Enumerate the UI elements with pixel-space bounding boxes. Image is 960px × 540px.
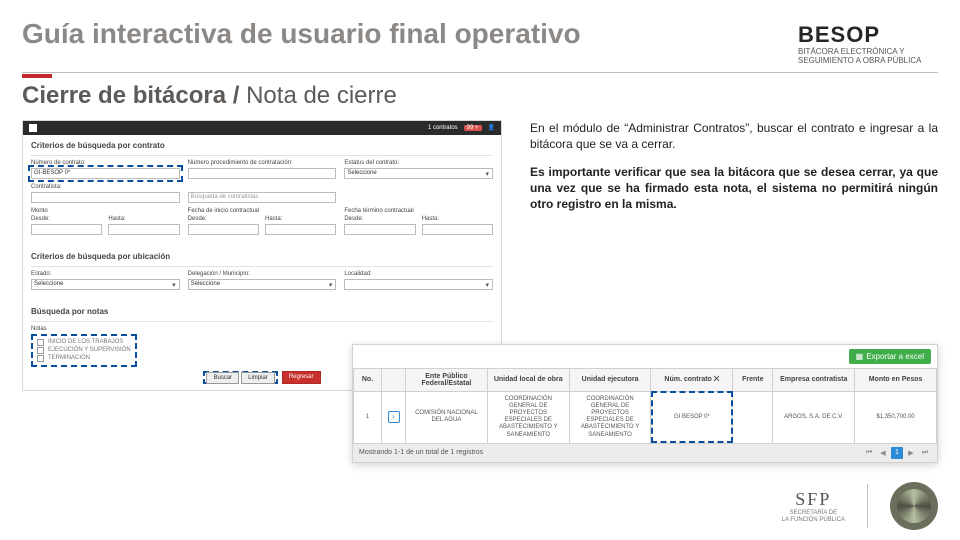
input-num-proc[interactable] — [188, 168, 337, 179]
section1-title: Criterios de búsqueda por contrato — [31, 141, 493, 150]
brand-tagline: BITÁCORA ELECTRÓNICA Y SEGUIMIENTO A OBR… — [798, 48, 938, 66]
section2-title: Criterios de búsqueda por ubicación — [31, 252, 493, 261]
input-contratista[interactable] — [31, 192, 180, 203]
th-go — [382, 368, 406, 391]
pager-text: Mostrando 1-1 de un total de 1 registros — [359, 449, 483, 456]
instruction-p1: En el módulo de “Administrar Contratos”,… — [530, 120, 938, 152]
input-inicio-desde[interactable] — [188, 224, 259, 235]
checkbox-nota-3[interactable]: TERMINACIÓN — [37, 355, 131, 362]
label-contratista: Contratista: — [31, 184, 180, 190]
footer-logos: SFP SECRETARÍA DE LA FUNCIÓN PÚBLICA — [782, 482, 938, 530]
page-title: Guía interactiva de usuario final operat… — [22, 18, 581, 50]
input-termino-hasta[interactable] — [422, 224, 493, 235]
gov-seal-icon — [890, 482, 938, 530]
pager-last[interactable]: ⏭ — [919, 447, 931, 459]
pager-first[interactable]: ⏮ — [863, 447, 875, 459]
pager-prev[interactable]: ◀ — [877, 447, 889, 459]
checkbox-nota-2[interactable]: EJECUCIÓN Y SUPERVISIÓN — [37, 347, 131, 354]
buscar-button[interactable]: Buscar — [206, 372, 239, 384]
section3-title: Búsqueda por notas — [31, 307, 493, 316]
export-excel-button[interactable]: ▦Exportar a excel — [849, 349, 931, 364]
th-frente: Frente — [733, 368, 773, 391]
checkbox-nota-1[interactable]: INICIO DE LOS TRABAJOS — [37, 339, 131, 346]
select-estatus[interactable]: Seleccione — [344, 168, 493, 179]
th-contrato: Núm. contrato ⨉ — [651, 368, 733, 391]
notification-badge[interactable]: 99 + — [464, 125, 482, 131]
user-icon[interactable]: 👤 — [488, 124, 495, 131]
th-empresa: Empresa contratista — [773, 368, 855, 391]
th-ente: Ente Público Federal/Estatal — [406, 368, 488, 391]
pager: Mostrando 1-1 de un total de 1 registros… — [353, 444, 937, 462]
contracts-count: 1 contratos — [428, 125, 458, 131]
select-estado[interactable]: Seleccione — [31, 279, 180, 290]
select-localidad[interactable] — [344, 279, 493, 290]
label-estatus: Estatus del contrato: — [344, 160, 493, 166]
th-ue: Unidad ejecutora — [569, 368, 651, 391]
pager-next[interactable]: ▶ — [905, 447, 917, 459]
subtitle-light: Nota de cierre — [246, 82, 397, 109]
subtitle: Cierre de bitácora / Nota de cierre — [0, 78, 960, 120]
limpiar-button[interactable]: Limpiar — [241, 372, 275, 384]
table-row: 1 › COMISIÓN NACIONAL DEL AGUA COORDINAC… — [354, 391, 937, 443]
app-topbar: 1 contratos 99 + 👤 — [23, 121, 501, 135]
results-panel: ▦Exportar a excel No. Ente Público Feder… — [352, 344, 938, 463]
instruction-p2: Es importante verificar que sea la bitác… — [530, 164, 938, 213]
th-ulo: Unidad local de obra — [487, 368, 569, 391]
notas-group: INICIO DE LOS TRABAJOS EJECUCIÓN Y SUPER… — [31, 334, 137, 367]
label-inicio: Fecha de inicio contractual — [188, 208, 337, 214]
brand-logo: BESOP — [798, 22, 938, 48]
label-num-contrato: Número de contrato: — [31, 160, 180, 166]
excel-icon: ▦ — [856, 352, 864, 361]
label-termino: Fecha término contractual — [344, 208, 493, 214]
footer-divider — [867, 484, 868, 528]
input-termino-desde[interactable] — [344, 224, 415, 235]
input-num-contrato[interactable]: GI-BESOP 0* — [31, 168, 180, 179]
sfp-logo: SFP SECRETARÍA DE LA FUNCIÓN PÚBLICA — [782, 489, 845, 523]
input-monto-hasta[interactable] — [108, 224, 179, 235]
brand-block: BESOP BITÁCORA ELECTRÓNICA Y SEGUIMIENTO… — [798, 18, 938, 66]
header-rule — [22, 72, 938, 73]
input-busqueda-contratistas[interactable]: Búsqueda de contratistas — [188, 192, 337, 203]
label-notas: Notas — [31, 326, 493, 332]
regresar-button[interactable]: Regresar — [282, 371, 321, 384]
cell-contrato: GI BESOP 0* — [651, 391, 733, 443]
label-num-proc: Número procedimiento de contratación: — [188, 160, 337, 166]
label-monto: Monto — [31, 208, 180, 214]
th-no: No. — [354, 368, 382, 391]
th-monto: Monto en Pesos — [855, 368, 937, 391]
input-inicio-hasta[interactable] — [265, 224, 336, 235]
pager-current: 1 — [891, 447, 903, 459]
select-delegacion[interactable]: Seleccione — [188, 279, 337, 290]
results-table: No. Ente Público Federal/Estatal Unidad … — [353, 368, 937, 444]
home-icon[interactable] — [29, 124, 37, 132]
instruction-text: En el módulo de “Administrar Contratos”,… — [530, 120, 938, 225]
subtitle-bold: Cierre de bitácora / — [22, 82, 246, 109]
input-monto-desde[interactable] — [31, 224, 102, 235]
open-row-button[interactable]: › — [388, 411, 400, 423]
